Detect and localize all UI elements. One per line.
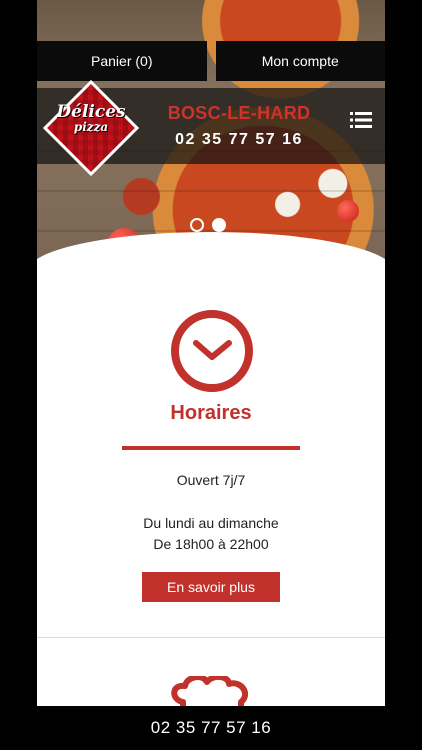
menu-button[interactable] (337, 88, 385, 152)
carousel-dots (190, 218, 226, 232)
list-icon (350, 112, 372, 128)
hours-open-days: Ouvert 7j/7 (176, 472, 246, 488)
app-frame: Panier (0) Mon compte Délices pizza BOSC… (37, 0, 385, 750)
clock-icon (171, 310, 253, 392)
header-phone[interactable]: 02 35 77 57 16 (155, 131, 323, 149)
section-divider (37, 637, 385, 638)
carousel-dot[interactable] (190, 218, 204, 232)
footer-phone-bar[interactable]: 02 35 77 57 16 (0, 706, 422, 750)
top-navigation: Panier (0) Mon compte (37, 41, 385, 81)
logo-text: Délices pizza (47, 102, 135, 135)
footer-phone[interactable]: 02 35 77 57 16 (151, 718, 271, 738)
hours-section: Horaires Ouvert 7j/7 Du lundi au dimanch… (37, 262, 385, 638)
section-title: Horaires (170, 402, 252, 424)
logo-sub-text: pizza (73, 120, 109, 134)
learn-more-button[interactable]: En savoir plus (142, 572, 280, 602)
account-button[interactable]: Mon compte (215, 41, 385, 81)
logo-main-text: Délices (56, 102, 126, 122)
title-underline (122, 446, 300, 450)
city-name: BOSC-LE-HARD (167, 103, 311, 123)
carousel-dot-active[interactable] (212, 218, 226, 232)
hours-days-range: Du lundi au dimanche (143, 515, 279, 531)
hours-time-range: De 18h00 à 22h00 (153, 536, 269, 552)
cart-button[interactable]: Panier (0) (37, 41, 207, 81)
